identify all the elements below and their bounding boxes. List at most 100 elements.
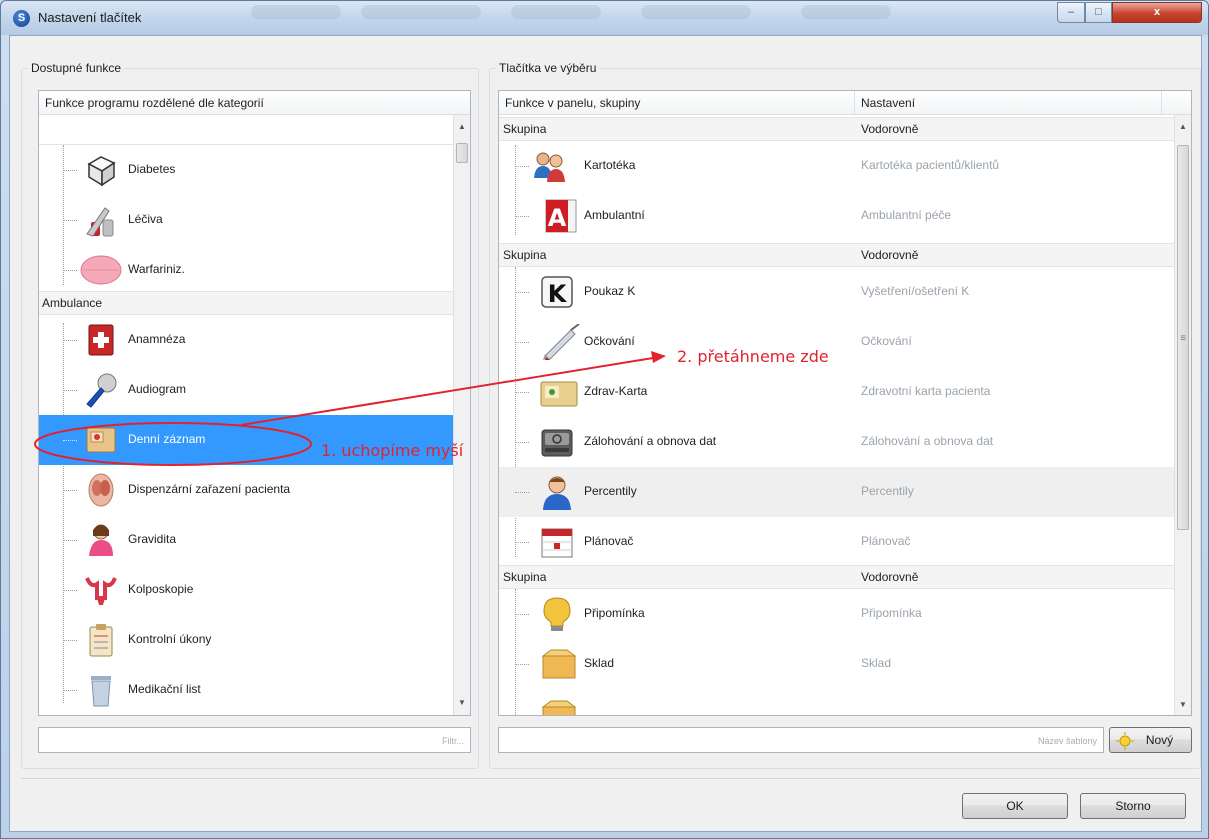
buttons-header: Funkce v panelu, skupiny Nastavení [499, 91, 1191, 115]
scrollbar-thumb[interactable] [456, 143, 468, 163]
button-item-setting: Připomínka [861, 606, 922, 620]
tree-line [63, 270, 77, 271]
list-item-label: Diabetes [128, 162, 176, 176]
lightbulb-icon [543, 597, 571, 631]
group-row[interactable]: Skupina Vodorovně [499, 117, 1176, 141]
tree-line [63, 170, 77, 171]
scroll-up-arrow-icon[interactable]: ▲ [1175, 118, 1191, 135]
scroll-down-arrow-icon[interactable]: ▼ [454, 694, 470, 711]
blurred-background [251, 5, 341, 19]
group-setting: Vodorovně [861, 122, 919, 136]
trash-bin-icon [91, 676, 111, 707]
button-item-label: Percentily [584, 484, 637, 498]
filter-input[interactable]: Filtr... [38, 727, 471, 753]
blurred-background [801, 5, 891, 19]
ok-button[interactable]: OK [962, 793, 1068, 819]
list-item[interactable]: Anamnéza [39, 315, 455, 365]
tree-line [63, 440, 77, 441]
button-item-partial[interactable] [499, 689, 1176, 715]
syringe-icon [543, 324, 580, 360]
list-item[interactable]: Gravidita [39, 515, 455, 565]
scroll-up-arrow-icon[interactable]: ▲ [454, 118, 470, 135]
svg-text:K: K [548, 280, 568, 308]
letter-k-icon: K [541, 276, 573, 308]
svg-text:A: A [548, 204, 567, 232]
list-item-label: Medikační list [128, 682, 201, 696]
list-item[interactable]: Dispenzární zařazení pacienta [39, 465, 455, 515]
close-button[interactable]: x [1112, 2, 1202, 23]
list-item[interactable]: Diabetes [39, 145, 455, 195]
button-item-setting: Ambulantní péče [861, 208, 952, 222]
title-bar[interactable]: S Nastavení tlačítek – □ x [1, 1, 1208, 35]
group-label: Skupina [503, 122, 547, 136]
button-item[interactable]: A Ambulantní Ambulantní péče [499, 191, 1176, 241]
column-header-function[interactable]: Funkce v panelu, skupiny [505, 96, 640, 110]
list-item-label: Léčiva [128, 212, 163, 226]
list-item[interactable]: Kontrolní úkony [39, 615, 455, 665]
template-name-input[interactable]: Název šablony [498, 727, 1104, 753]
column-header-setting[interactable]: Nastavení [861, 96, 915, 110]
column-separator[interactable] [1161, 91, 1162, 115]
column-separator[interactable] [854, 91, 855, 115]
minimize-button[interactable]: – [1057, 2, 1085, 23]
calendar-icon [541, 528, 573, 558]
button-item[interactable]: Zdrav-Karta Zdravotní karta pacienta [499, 367, 1176, 417]
list-item-label: Dispenzární zařazení pacienta [128, 482, 291, 496]
blurred-background [361, 5, 481, 19]
button-item-label: Očkování [584, 334, 635, 348]
button-item[interactable]: Připomínka Připomínka [499, 589, 1176, 639]
functions-tree[interactable]: Funkce programu rozdělené dle kategorií … [38, 90, 471, 716]
functions-header-label[interactable]: Funkce programu rozdělené dle kategorií [45, 96, 264, 110]
maximize-button[interactable]: □ [1085, 2, 1112, 23]
scroll-down-arrow-icon[interactable]: ▼ [1175, 696, 1191, 713]
list-item-label: Gravidita [128, 532, 177, 546]
anatomy-icon [88, 473, 114, 507]
button-item[interactable]: Zálohování a obnova dat Zálohování a obn… [499, 417, 1176, 467]
functions-header: Funkce programu rozdělené dle kategorií [39, 91, 470, 115]
button-item-label: Zálohování a obnova dat [584, 434, 717, 448]
group-row[interactable]: Skupina Vodorovně [499, 565, 1176, 589]
tree-line [515, 614, 529, 615]
button-item[interactable]: K Poukaz K Vyšetření/ošetření K [499, 267, 1176, 317]
list-item[interactable]: Audiogram [39, 365, 455, 415]
list-item[interactable]: Warfariniz. [39, 245, 455, 295]
left-scrollbar[interactable]: ▲ ▼ [453, 115, 470, 715]
group-setting: Vodorovně [861, 570, 919, 584]
buttons-tree[interactable]: Funkce v panelu, skupiny Nastavení Skupi… [498, 90, 1192, 716]
button-item-label: Kartotéka [584, 158, 636, 172]
button-item[interactable]: Plánovač Plánovač [499, 517, 1176, 567]
new-button[interactable]: Nový [1109, 727, 1192, 753]
tree-line [63, 220, 77, 221]
group-row[interactable]: Skupina Vodorovně [499, 243, 1176, 267]
group-setting: Vodorovně [861, 248, 919, 262]
category-row[interactable]: Ambulance [39, 291, 455, 315]
box-icon [541, 700, 577, 715]
list-item-label: Denní záznam [128, 432, 206, 446]
list-item[interactable]: Léčiva [39, 195, 455, 245]
box-icon [541, 649, 577, 679]
blurred-background [641, 5, 751, 19]
template-name-placeholder: Název šablony [1037, 736, 1097, 746]
button-item-label: Zdrav-Karta [584, 384, 648, 398]
button-item[interactable]: Očkování Očkování [499, 317, 1176, 367]
tree-line [515, 542, 529, 543]
button-item-label: Plánovač [584, 534, 634, 548]
medicine-icon [86, 207, 114, 237]
tree-line [63, 340, 77, 341]
window-title: Nastavení tlačítek [38, 10, 142, 25]
button-item[interactable]: Kartotéka Kartotéka pacientů/klientů [499, 141, 1176, 191]
list-item-label: Anamnéza [128, 332, 186, 346]
list-item[interactable]: Kolposkopie [39, 565, 455, 615]
cancel-button[interactable]: Storno [1080, 793, 1186, 819]
right-scrollbar[interactable]: ▲ ≡ ▼ [1174, 115, 1191, 715]
annotation-step2: 2. přetáhneme zde [677, 347, 829, 366]
list-item[interactable]: Medikační list [39, 665, 455, 715]
button-item-label: Ambulantní [584, 208, 645, 222]
button-item[interactable]: Percentily Percentily [499, 467, 1176, 517]
button-item-setting: Očkování [861, 334, 912, 348]
list-item-label: Kontrolní úkony [128, 632, 212, 646]
tree-line [63, 690, 77, 691]
button-item[interactable]: Sklad Sklad [499, 639, 1176, 689]
dialog-window: S Nastavení tlačítek – □ x Dostupné funk… [0, 0, 1209, 839]
daily-record-icon [86, 427, 116, 453]
